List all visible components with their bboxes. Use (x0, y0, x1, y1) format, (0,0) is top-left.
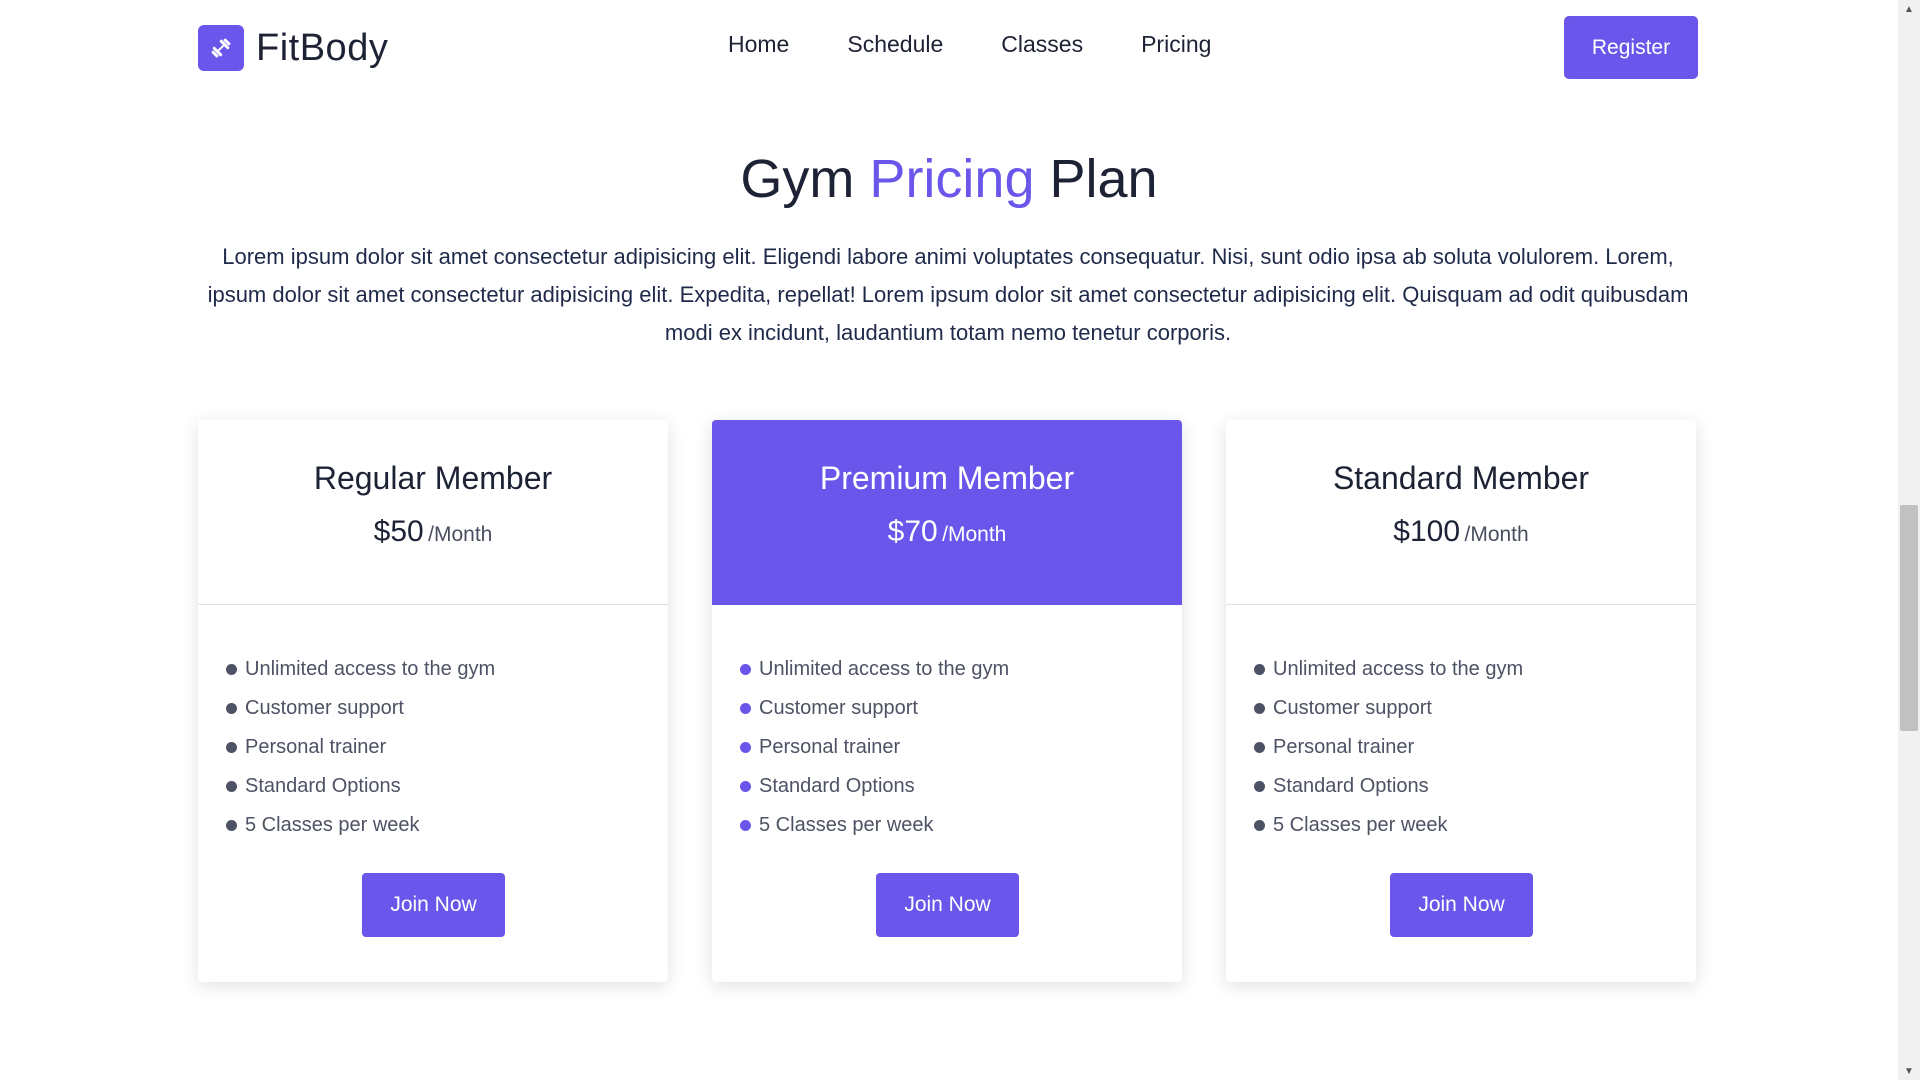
feature-text: 5 Classes per week (759, 814, 934, 836)
plan-price: $100 /Month (1226, 515, 1696, 549)
feature-text: Personal trainer (245, 736, 387, 758)
feature-item: Standard Options (740, 767, 1009, 806)
nav-classes[interactable]: Classes (1001, 31, 1083, 58)
bullet-icon (740, 664, 751, 675)
nav-home[interactable]: Home (728, 31, 789, 58)
join-now-button[interactable]: Join Now (876, 873, 1019, 937)
register-button[interactable]: Register (1564, 16, 1698, 79)
scrollbar-thumb[interactable] (1900, 505, 1918, 731)
feature-text: 5 Classes per week (245, 814, 420, 836)
feature-text: Personal trainer (759, 736, 901, 758)
section-title: Gym Pricing Plan (0, 148, 1898, 210)
title-part-1: Gym (740, 149, 855, 209)
feature-list: Unlimited access to the gym Customer sup… (740, 650, 1009, 845)
feature-text: Unlimited access to the gym (759, 658, 1010, 680)
feature-item: Personal trainer (740, 728, 1009, 767)
nav-pricing[interactable]: Pricing (1141, 31, 1211, 58)
bullet-icon (226, 664, 237, 675)
section-description: Lorem ipsum dolor sit amet consectetur a… (207, 244, 1689, 345)
feature-text: Standard Options (1273, 775, 1429, 797)
bullet-icon (1254, 703, 1265, 714)
feature-text: Customer support (1273, 697, 1432, 719)
feature-item: Customer support (740, 689, 1009, 728)
plan-price: $70 /Month (712, 515, 1182, 549)
feature-item: Standard Options (1254, 767, 1523, 806)
plan-price: $50 /Month (198, 515, 668, 549)
bullet-icon (740, 703, 751, 714)
page: FitBody Home Schedule Classes Pricing Re… (0, 0, 1898, 1080)
title-part-2: Plan (1049, 149, 1158, 209)
bullet-icon (740, 742, 751, 753)
price-period: /Month (428, 523, 493, 546)
card-header: Premium Member $70 /Month (712, 420, 1182, 605)
bullet-icon (740, 820, 751, 831)
scroll-down-arrow-icon[interactable]: ▼ (1898, 1062, 1920, 1080)
bullet-icon (226, 703, 237, 714)
plan-name: Standard Member (1332, 460, 1590, 496)
price-period: /Month (1464, 523, 1529, 546)
pricing-card-premium: Premium Member $70 /Month Unlimited acce… (712, 420, 1182, 982)
price-value: $70 (887, 515, 938, 548)
feature-text: 5 Classes per week (1273, 814, 1448, 836)
bullet-icon (1254, 781, 1265, 792)
feature-item: 5 Classes per week (226, 806, 495, 845)
card-header: Standard Member $100 /Month (1226, 420, 1696, 605)
bullet-icon (226, 820, 237, 831)
feature-text: Standard Options (245, 775, 401, 797)
vertical-scrollbar[interactable]: ▲ ▼ (1898, 0, 1920, 1080)
join-now-button[interactable]: Join Now (1390, 873, 1533, 937)
price-value: $50 (373, 515, 424, 548)
main-nav: Home Schedule Classes Pricing (728, 31, 1211, 58)
nav-schedule[interactable]: Schedule (847, 31, 943, 58)
join-now-button[interactable]: Join Now (362, 873, 505, 937)
pricing-card-standard: Standard Member $100 /Month Unlimited ac… (1226, 420, 1696, 982)
feature-text: Personal trainer (1273, 736, 1415, 758)
feature-text: Customer support (759, 697, 918, 719)
feature-item: 5 Classes per week (1254, 806, 1523, 845)
site-header: FitBody Home Schedule Classes Pricing Re… (198, 15, 1698, 79)
pricing-card-regular: Regular Member $50 /Month Unlimited acce… (198, 420, 668, 982)
bullet-icon (226, 781, 237, 792)
title-accent: Pricing (869, 149, 1035, 209)
feature-item: Standard Options (226, 767, 495, 806)
plan-name: Premium Member (819, 460, 1075, 496)
plan-name: Regular Member (313, 460, 553, 496)
bullet-icon (740, 781, 751, 792)
feature-item: 5 Classes per week (740, 806, 1009, 845)
bullet-icon (226, 742, 237, 753)
feature-item: Unlimited access to the gym (1254, 650, 1523, 689)
bullet-icon (1254, 664, 1265, 675)
feature-list: Unlimited access to the gym Customer sup… (226, 650, 495, 845)
brand-name: FitBody (256, 26, 389, 69)
card-header: Regular Member $50 /Month (198, 420, 668, 605)
bullet-icon (1254, 742, 1265, 753)
feature-list: Unlimited access to the gym Customer sup… (1254, 650, 1523, 845)
feature-text: Standard Options (759, 775, 915, 797)
feature-item: Unlimited access to the gym (740, 650, 1009, 689)
feature-text: Unlimited access to the gym (245, 658, 496, 680)
feature-text: Customer support (245, 697, 404, 719)
feature-item: Unlimited access to the gym (226, 650, 495, 689)
feature-item: Customer support (1254, 689, 1523, 728)
price-period: /Month (942, 523, 1007, 546)
dumbbell-icon (198, 25, 244, 71)
bullet-icon (1254, 820, 1265, 831)
feature-item: Personal trainer (226, 728, 495, 767)
feature-text: Unlimited access to the gym (1273, 658, 1524, 680)
feature-item: Customer support (226, 689, 495, 728)
brand-logo[interactable]: FitBody (198, 25, 388, 71)
scroll-up-arrow-icon[interactable]: ▲ (1898, 0, 1920, 18)
price-value: $100 (1393, 515, 1461, 548)
feature-item: Personal trainer (1254, 728, 1523, 767)
